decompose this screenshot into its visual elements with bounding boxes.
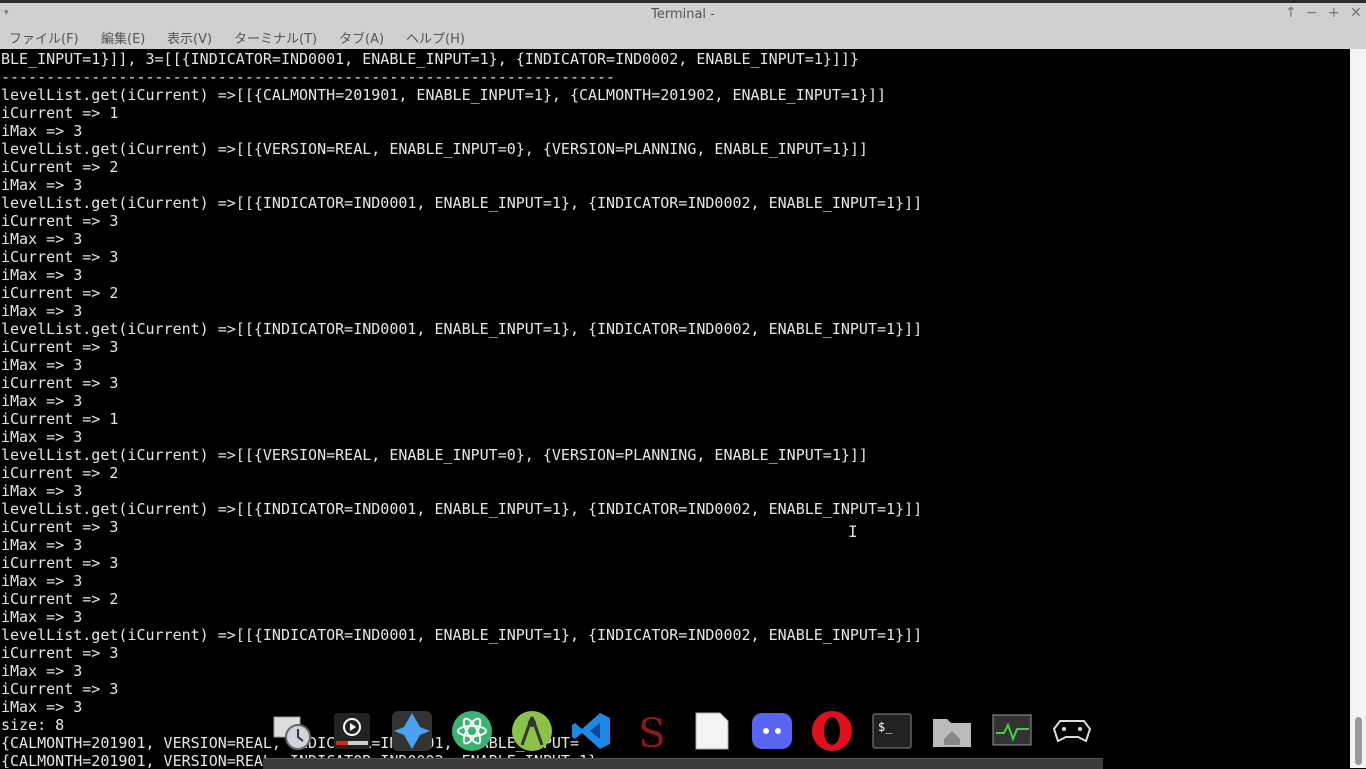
terminal-line: iMax => 3 (1, 428, 83, 446)
terminal-line: iCurrent => 2 (1, 284, 119, 302)
terminal-line: iMax => 3 (1, 392, 83, 410)
terminal-line: levelList.get(iCurrent) =>[[{VERSION=REA… (1, 446, 868, 464)
dock-atom-icon[interactable] (450, 708, 494, 754)
svg-text:S: S (638, 711, 665, 753)
terminal-line: iMax => 3 (1, 266, 83, 284)
menu-tabs[interactable]: タブ(A) (339, 28, 384, 47)
dock-text-editor-icon[interactable] (690, 708, 734, 754)
terminal-line: iCurrent => 3 (1, 554, 119, 572)
terminal-line: iCurrent => 3 (1, 374, 119, 392)
menu-bar: ファイル(F) 編集(E) 表示(V) ターミナル(T) タブ(A) ヘルプ(H… (0, 25, 1366, 49)
terminal-line: iCurrent => 2 (1, 158, 119, 176)
dock-media-player-icon[interactable] (330, 708, 374, 754)
dock-discord-icon[interactable] (750, 708, 794, 754)
menu-file[interactable]: ファイル(F) (9, 28, 79, 47)
scrollbar[interactable] (1350, 49, 1366, 768)
keep-above-icon[interactable]: ↑ (1285, 5, 1297, 21)
terminal-line: iMax => 3 (1, 608, 83, 626)
menu-help[interactable]: ヘルプ(H) (406, 28, 465, 47)
terminal-line: levelList.get(iCurrent) =>[[{VERSION=REA… (1, 140, 868, 158)
terminal-line: iCurrent => 1 (1, 410, 119, 428)
terminal-line: iCurrent => 1 (1, 104, 119, 122)
menu-view[interactable]: 表示(V) (167, 28, 212, 47)
dock-android-studio-icon[interactable] (510, 708, 554, 754)
terminal-line: levelList.get(iCurrent) =>[[{INDICATOR=I… (1, 500, 923, 518)
terminal-line: iCurrent => 3 (1, 680, 119, 698)
terminal-line: levelList.get(iCurrent) =>[[{INDICATOR=I… (1, 626, 923, 644)
terminal-line: iCurrent => 3 (1, 338, 119, 356)
terminal-line: iMax => 3 (1, 302, 83, 320)
terminal-output[interactable]: BLE_INPUT=1}]], 3=[[{INDICATOR=IND0001, … (0, 49, 1350, 768)
dock-scrivener-icon[interactable]: S (630, 708, 674, 754)
terminal-line: iMax => 3 (1, 572, 83, 590)
terminal-line: iMax => 3 (1, 482, 83, 500)
terminal-line: iCurrent => 2 (1, 464, 119, 482)
dock-terminal-icon[interactable]: $_ (870, 708, 914, 754)
terminal-line: iCurrent => 2 (1, 590, 119, 608)
text-cursor-icon: I (848, 522, 858, 541)
dock-system-monitor-icon[interactable] (990, 708, 1034, 754)
terminal-line: iCurrent => 3 (1, 248, 119, 266)
terminal-line: levelList.get(iCurrent) =>[[{CALMONTH=20… (1, 86, 887, 104)
maximize-button[interactable]: + (1328, 5, 1340, 21)
dock-vscode-icon[interactable] (570, 708, 614, 754)
minimize-button[interactable]: − (1306, 5, 1318, 21)
scrollbar-thumb[interactable] (1355, 717, 1362, 765)
terminal-line: iMax => 3 (1, 356, 83, 374)
dock-mail-clock-icon[interactable] (270, 708, 314, 754)
terminal-line: iCurrent => 3 (1, 518, 119, 536)
dock-opera-icon[interactable] (810, 708, 854, 754)
title-bar[interactable]: ▾ Terminal - ↑ − + ✕ (0, 3, 1366, 25)
terminal-line: iCurrent => 3 (1, 644, 119, 662)
terminal-line: iMax => 3 (1, 662, 83, 680)
terminal-line: iCurrent => 3 (1, 212, 119, 230)
terminal-line: BLE_INPUT=1}]], 3=[[{INDICATOR=IND0001, … (1, 50, 859, 68)
window-title: Terminal - (651, 7, 715, 22)
dock-home-folder-icon[interactable] (930, 708, 974, 754)
terminal-line: levelList.get(iCurrent) =>[[{INDICATOR=I… (1, 194, 923, 212)
terminal-line: iMax => 3 (1, 536, 83, 554)
dock-game-controller-icon[interactable] (1050, 708, 1094, 754)
terminal-line: iMax => 3 (1, 122, 83, 140)
svg-text:$_: $_ (878, 720, 893, 734)
terminal-line: levelList.get(iCurrent) =>[[{INDICATOR=I… (1, 320, 923, 338)
menu-edit[interactable]: 編集(E) (101, 28, 145, 47)
menu-terminal[interactable]: ターミナル(T) (234, 28, 317, 47)
close-button[interactable]: ✕ (1350, 5, 1362, 21)
terminal-line: iMax => 3 (1, 176, 83, 194)
dock-inkscape-icon[interactable] (390, 708, 434, 754)
terminal-line: ----------------------------------------… (1, 68, 616, 86)
terminal-line: iMax => 3 (1, 230, 83, 248)
dock-background (263, 758, 1103, 769)
